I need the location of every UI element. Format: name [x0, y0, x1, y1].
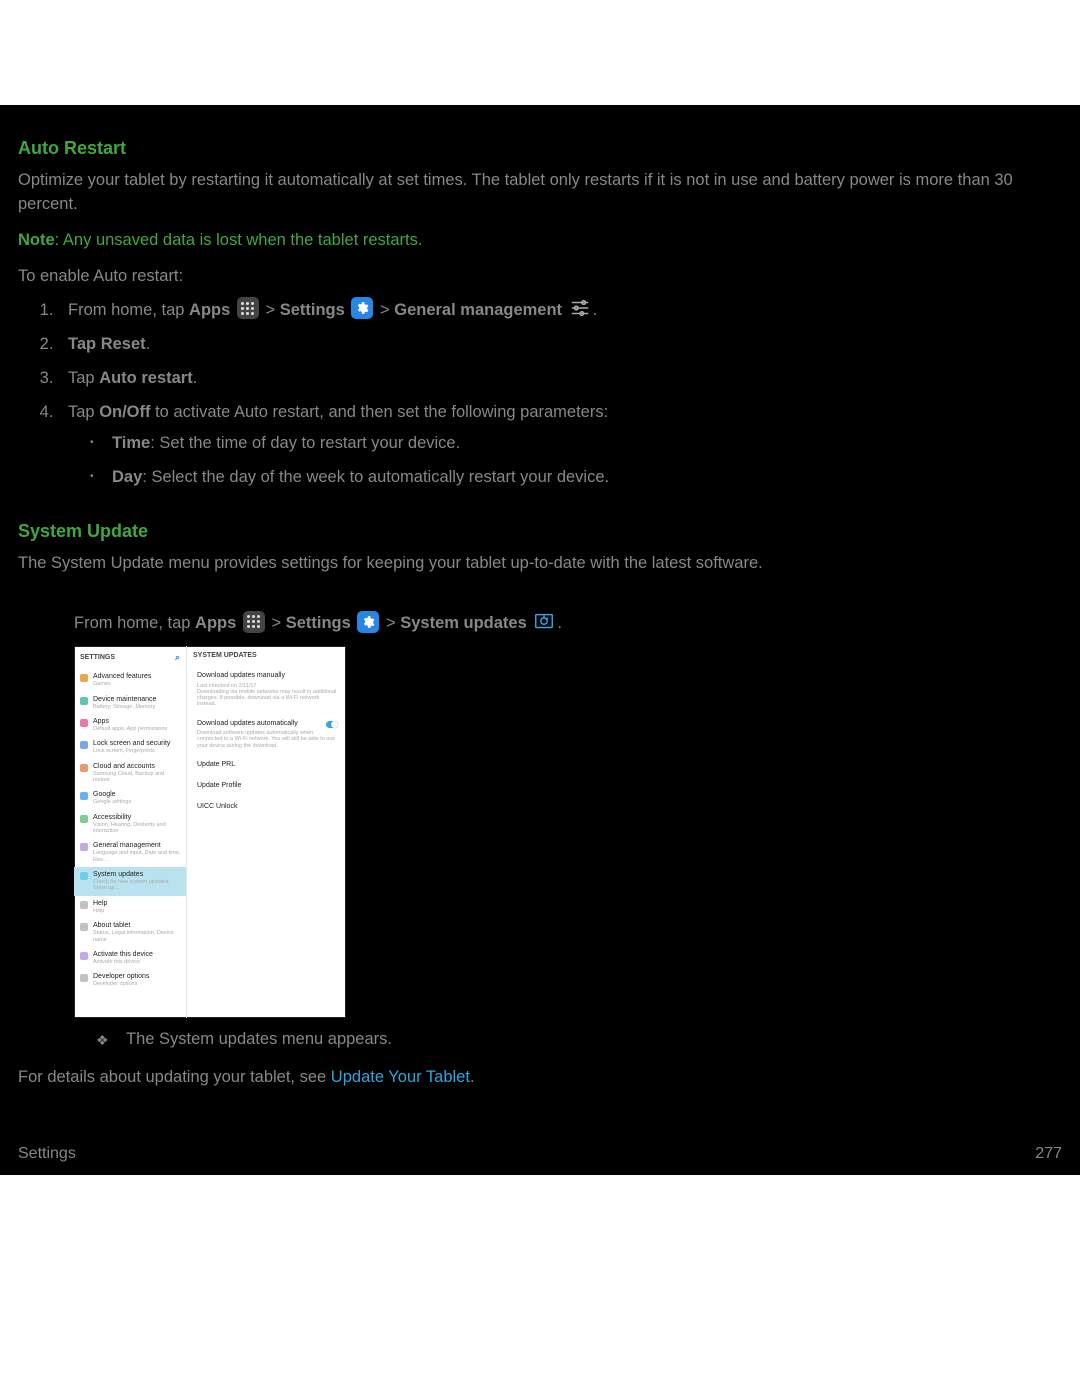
result-item: The System updates menu appears. — [96, 1028, 1062, 1052]
settings-list-item: AccessibilityVision, Hearing, Dexterity … — [74, 810, 186, 839]
footer-section: Settings — [18, 1142, 76, 1165]
gear-icon — [351, 297, 373, 319]
system-update-heading: System Update — [18, 518, 1062, 544]
step-4: Tap On/Off to activate Auto restart, and… — [58, 401, 1062, 491]
bullet-time: Time: Set the time of day to restart you… — [90, 432, 1062, 456]
note-label: Note — [18, 231, 55, 249]
update-your-tablet-link[interactable]: Update Your Tablet — [331, 1068, 470, 1086]
step4-bullets: Time: Set the time of day to restart you… — [90, 432, 1062, 490]
settings-list-item: GoogleGoogle settings — [74, 787, 186, 809]
auto-restart-lead: To enable Auto restart: — [18, 265, 1062, 289]
update-icon — [533, 611, 555, 633]
result-list: The System updates menu appears. — [96, 1028, 1062, 1052]
settings-list-item: Cloud and accountsSamsung Cloud, Backup … — [74, 759, 186, 788]
auto-restart-heading: Auto Restart — [18, 135, 1062, 161]
auto-restart-steps: From home, tap Apps > Settings > General… — [58, 299, 1062, 491]
auto-restart-note: Note: Any unsaved data is lost when the … — [18, 229, 1062, 253]
step-1: From home, tap Apps > Settings > General… — [58, 299, 1062, 323]
step-2: Tap Reset. — [58, 333, 1062, 357]
system-update-option: UICC Unlock — [187, 797, 346, 818]
bullet-day: Day: Select the day of the week to autom… — [90, 466, 1062, 490]
note-text: : Any unsaved data is lost when the tabl… — [55, 231, 423, 249]
system-update-option: Download updates automaticallyDownload s… — [187, 714, 346, 755]
settings-list-item: About tabletStatus, Legal information, D… — [74, 918, 186, 947]
system-update-step: From home, tap Apps > Settings > System … — [74, 612, 1062, 636]
system-update-intro: The System Update menu provides settings… — [18, 552, 1062, 576]
system-updates-screenshot: SETTINGS ⌕ Advanced featuresGamesDevice … — [74, 646, 1062, 1018]
settings-list-item: AppsDefault apps, App permissions — [74, 714, 186, 736]
search-icon: ⌕ — [175, 651, 180, 664]
system-update-option: Update PRL — [187, 755, 346, 776]
document-page: Auto Restart Optimize your tablet by res… — [0, 105, 1080, 1175]
toggle-switch — [326, 721, 338, 728]
settings-list-item: Developer optionsDeveloper options — [74, 969, 186, 991]
apps-icon — [237, 297, 259, 319]
settings-list-item: System updatesCheck for new system updat… — [74, 867, 186, 896]
settings-list-item: Advanced featuresGames — [74, 669, 186, 691]
settings-list-item: Lock screen and securityLock screen, Fin… — [74, 736, 186, 758]
page-footer: Settings 277 — [18, 1142, 1062, 1165]
settings-panel-header: SETTINGS — [80, 653, 115, 663]
settings-list-item: HelpHelp — [74, 896, 186, 918]
step-3: Tap Auto restart. — [58, 367, 1062, 391]
apps-icon — [243, 611, 265, 633]
system-updates-panel-header: SYSTEM UPDATES — [193, 651, 257, 661]
settings-list-item: Activate this deviceActivate this device — [74, 947, 186, 969]
details-line: For details about updating your tablet, … — [18, 1066, 1062, 1090]
settings-list-item: General managementLanguage and input, Da… — [74, 838, 186, 867]
system-update-option: Download updates manuallyLast checked on… — [187, 666, 346, 713]
system-update-option: Update Profile — [187, 776, 346, 797]
page-number: 277 — [1035, 1142, 1062, 1165]
gear-icon — [357, 611, 379, 633]
auto-restart-intro: Optimize your tablet by restarting it au… — [18, 169, 1062, 217]
settings-list-item: Device maintenanceBattery, Storage, Memo… — [74, 692, 186, 714]
sliders-icon — [569, 297, 591, 319]
